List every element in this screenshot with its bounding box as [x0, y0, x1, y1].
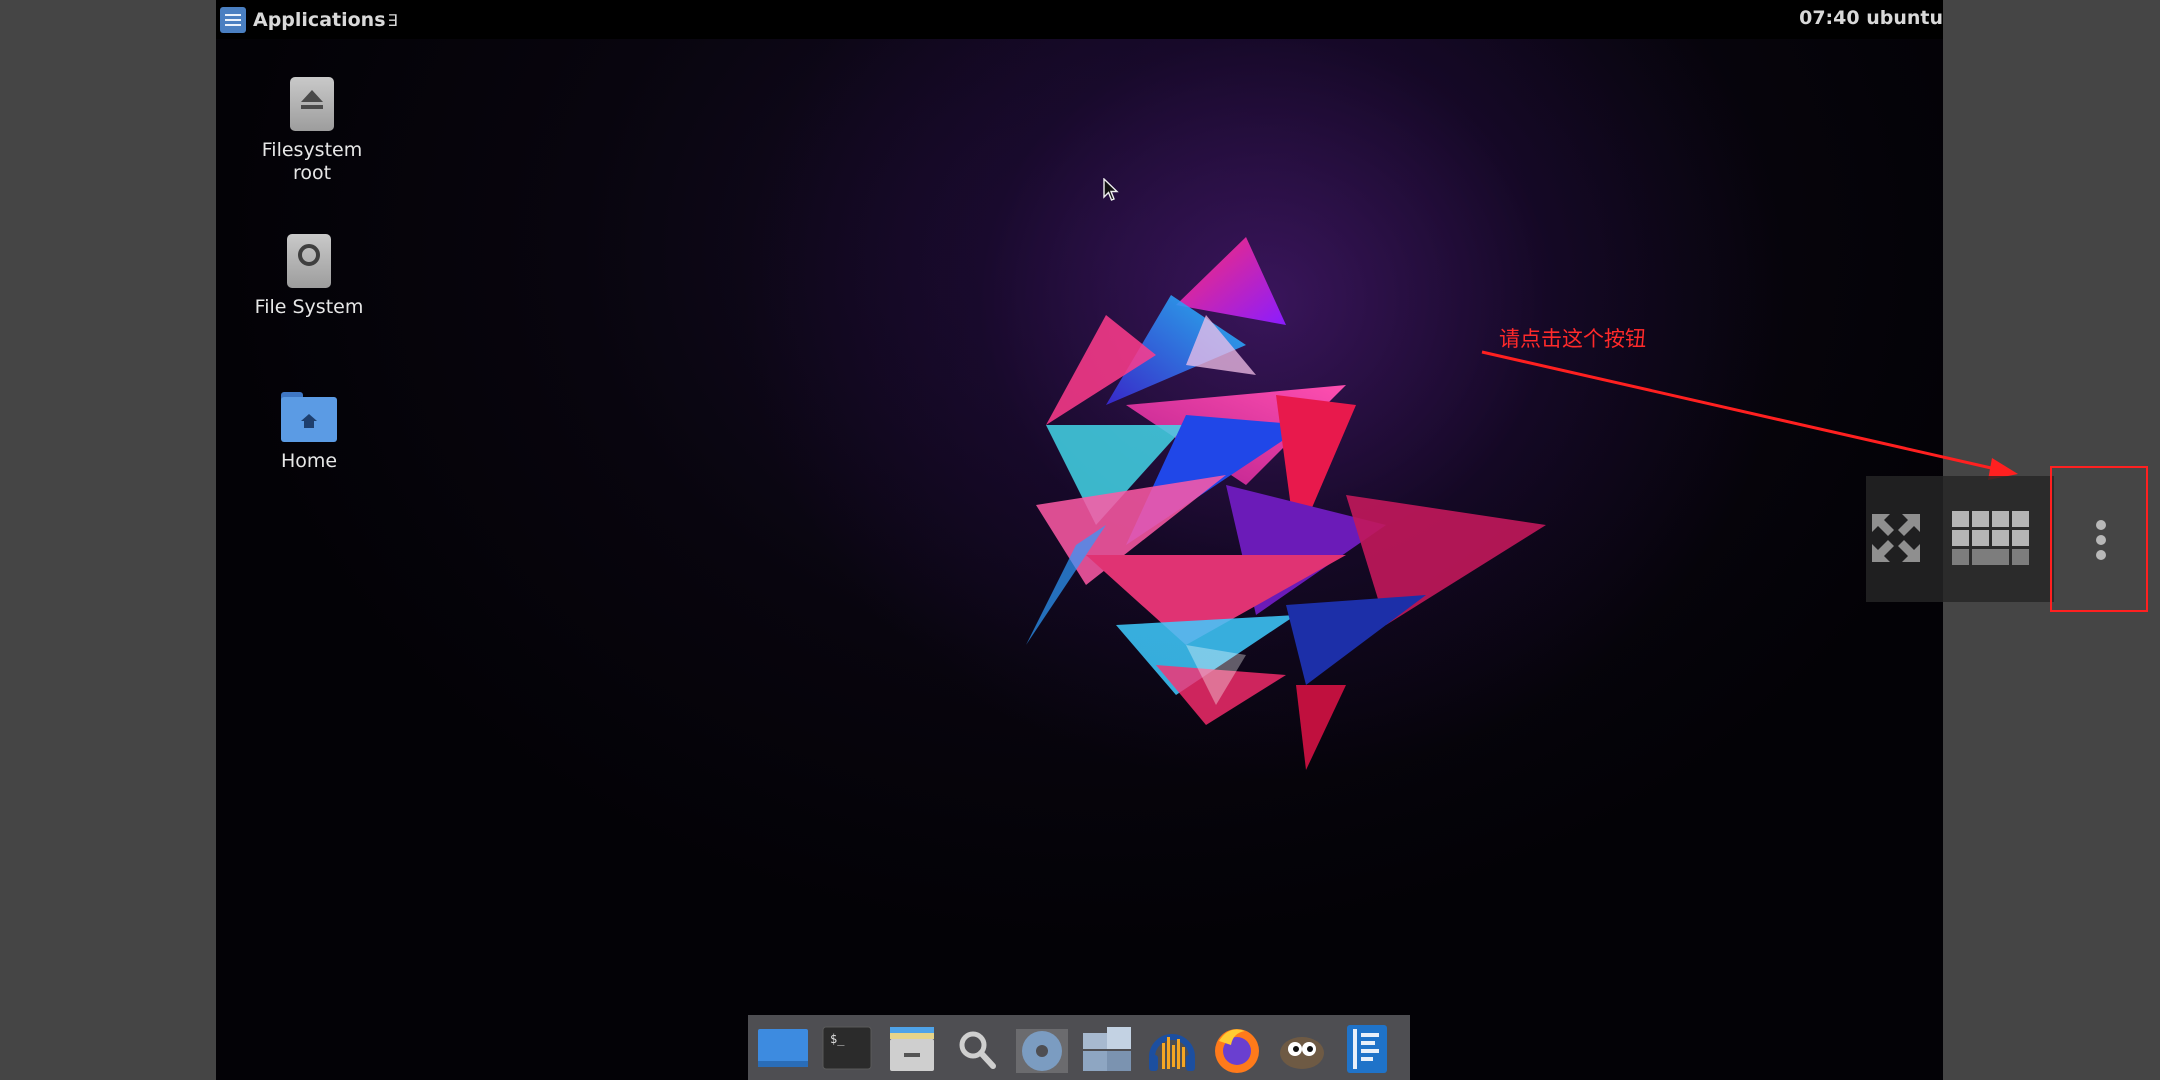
eject-drive-icon	[290, 77, 334, 131]
gimp-icon	[1280, 1037, 1324, 1069]
clock: 07:40	[1799, 7, 1860, 29]
desktop-icon-home[interactable]: Home	[239, 392, 379, 473]
mouse-cursor-icon	[1103, 178, 1119, 201]
clock-user-area[interactable]: 07:40 ubuntu	[1799, 7, 1943, 29]
overflow-glyph: ∃	[387, 10, 398, 30]
text-editor-icon	[1347, 1025, 1387, 1073]
dock: $_	[748, 1015, 1410, 1080]
search-icon	[959, 1031, 996, 1069]
dock-show-desktop[interactable]	[754, 1023, 810, 1075]
desktop[interactable]: Applications ∃ 07:40 ubuntu Filesystem r…	[216, 0, 1943, 1080]
more-options-button[interactable]	[2050, 466, 2148, 612]
dock-text-editor[interactable]	[1339, 1023, 1395, 1075]
fullscreen-button[interactable]	[1868, 510, 1924, 566]
dock-gimp[interactable]	[1274, 1023, 1330, 1075]
desktop-icon-label: File System	[254, 296, 364, 318]
desktop-icon-label: Home	[280, 450, 338, 472]
harddisk-icon	[287, 234, 331, 288]
dock-disc[interactable]	[1014, 1023, 1070, 1075]
svg-text:$_: $_	[830, 1032, 845, 1046]
dock-firefox[interactable]	[1209, 1023, 1265, 1075]
desktop-icon-file-system[interactable]: File System	[239, 234, 379, 319]
disc-icon	[1016, 1029, 1068, 1073]
keyboard-button[interactable]	[1949, 509, 2033, 569]
expand-arrows-icon	[1872, 514, 1920, 562]
dock-search[interactable]	[949, 1023, 1005, 1075]
applications-menu-icon	[220, 7, 246, 33]
keyboard-grid-icon	[1952, 511, 2029, 565]
audacity-icon	[1149, 1034, 1195, 1071]
desktop-icon-label: Filesystem root	[261, 139, 363, 184]
firefox-icon	[1215, 1029, 1259, 1073]
file-manager-icon	[890, 1027, 934, 1071]
dock-terminal[interactable]: $_	[819, 1023, 875, 1075]
username: ubuntu	[1866, 7, 1943, 29]
wallpaper-crystal	[1026, 237, 1546, 770]
top-panel: Applications ∃ 07:40 ubuntu	[216, 0, 1943, 39]
dock-file-manager[interactable]	[884, 1023, 940, 1075]
files-icon	[1083, 1027, 1131, 1071]
applications-label: Applications	[253, 9, 386, 31]
dock-files[interactable]	[1079, 1023, 1135, 1075]
home-folder-icon	[281, 392, 337, 442]
terminal-icon: $_	[822, 1026, 872, 1070]
show-desktop-icon	[758, 1029, 808, 1067]
dock-audacity[interactable]	[1144, 1023, 1200, 1075]
applications-menu[interactable]: Applications ∃	[220, 6, 398, 34]
annotation-text: 请点击这个按钮	[1499, 327, 1646, 351]
desktop-icon-filesystem-root[interactable]: Filesystem root	[242, 77, 382, 185]
